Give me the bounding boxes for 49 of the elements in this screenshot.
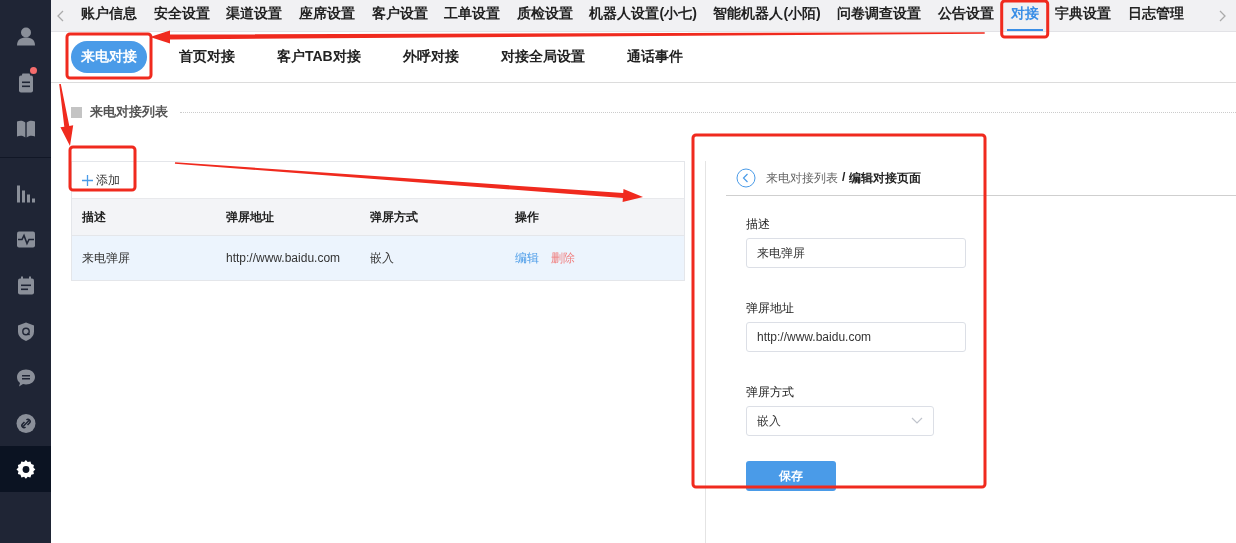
- highlight-box: [1000, 0, 1050, 39]
- annotation-arrow: [59, 83, 74, 146]
- link-icon: [15, 412, 36, 434]
- sub-tab[interactable]: 通话事件: [616, 45, 693, 69]
- page-title: 编辑对接页面: [849, 169, 922, 187]
- field-label: 描述: [746, 216, 771, 233]
- section-title: 来电对接列表: [90, 103, 168, 121]
- input-field[interactable]: http://www.baidu.com: [746, 322, 966, 352]
- nav-tab[interactable]: 公告设置: [934, 0, 999, 31]
- breadcrumb-link[interactable]: 来电对接列表: [766, 169, 838, 187]
- add-button[interactable]: 添加: [82, 171, 120, 189]
- back-icon[interactable]: [736, 168, 756, 188]
- plus-icon: [82, 174, 93, 186]
- nav-tab[interactable]: 账户信息: [77, 0, 141, 31]
- input-field[interactable]: 来电弹屏: [746, 238, 966, 268]
- sub-tab[interactable]: 对接全局设置: [490, 45, 595, 69]
- nav-tab[interactable]: 宇典设置: [1051, 0, 1116, 31]
- table-cell: http://www.baidu.com: [226, 251, 341, 265]
- shield-icon: [15, 320, 36, 342]
- user-icon: [15, 25, 36, 47]
- nav-tab[interactable]: 智能机器人(小陌): [709, 0, 825, 31]
- nav-tab[interactable]: 工单设置: [440, 0, 505, 31]
- chevron-down-icon: [911, 417, 923, 425]
- nav-tab[interactable]: 安全设置: [149, 0, 214, 31]
- sub-tab[interactable]: 客户TAB对接: [267, 45, 371, 69]
- nav-tab[interactable]: 问卷调查设置: [833, 0, 926, 31]
- nav-tab[interactable]: 日志管理: [1124, 0, 1188, 31]
- sub-tab[interactable]: 外呼对接: [392, 45, 469, 69]
- breadcrumb-separator: /: [842, 169, 846, 186]
- sub-tab[interactable]: 首页对接: [169, 45, 245, 69]
- nav-tab[interactable]: 质检设置: [512, 0, 577, 31]
- field-label: 弹屏地址: [746, 300, 795, 317]
- calendar-icon: [15, 274, 36, 296]
- column-header: 弹屏方式: [370, 208, 419, 226]
- nav-tab[interactable]: 机器人设置(小七): [585, 0, 701, 31]
- select-field[interactable]: 嵌入: [746, 406, 934, 436]
- table-cell: 来电弹屏: [82, 250, 130, 265]
- table-cell: 嵌入: [370, 250, 394, 265]
- nav-tab[interactable]: 渠道设置: [222, 0, 287, 31]
- sidebar-item[interactable]: [0, 446, 51, 492]
- nav-tab[interactable]: 客户设置: [367, 0, 432, 31]
- settings-icon: [15, 458, 36, 480]
- column-header: 弹屏地址: [226, 208, 275, 226]
- section-marker: [71, 106, 82, 118]
- highlight-box: [68, 145, 137, 192]
- nav-tab[interactable]: 座席设置: [294, 0, 359, 31]
- column-header: 描述: [82, 208, 107, 226]
- field-label: 弹屏方式: [746, 384, 795, 401]
- column-header: 操作: [515, 208, 540, 226]
